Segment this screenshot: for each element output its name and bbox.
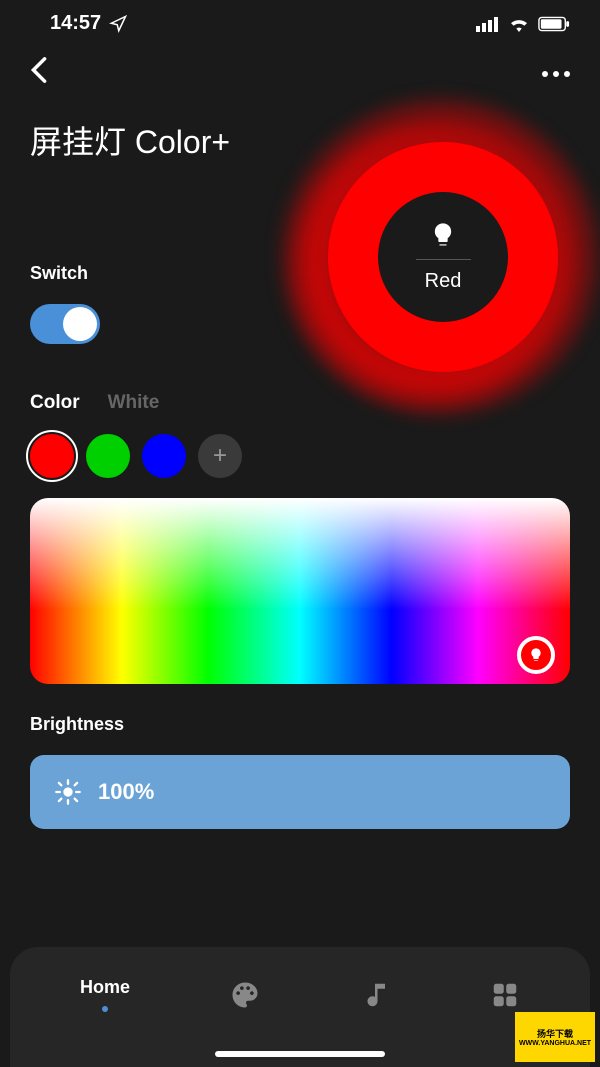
tab-white[interactable]: White <box>108 392 160 414</box>
current-color-label: Red <box>425 270 462 293</box>
color-picker[interactable] <box>30 498 570 684</box>
color-ring-display: Red <box>280 97 600 417</box>
brightness-slider[interactable]: 100% <box>30 755 570 829</box>
nav-bar <box>0 43 600 102</box>
location-icon <box>109 15 127 33</box>
nav-home[interactable]: Home <box>80 977 130 1012</box>
cellular-icon <box>476 16 500 32</box>
add-preset-button[interactable]: + <box>198 434 242 478</box>
more-button[interactable] <box>542 71 570 77</box>
bulb-icon <box>528 647 544 663</box>
battery-icon <box>538 16 570 32</box>
color-picker-handle[interactable] <box>517 636 555 674</box>
home-indicator[interactable] <box>215 1051 385 1057</box>
wifi-icon <box>508 16 530 32</box>
back-button[interactable] <box>30 55 48 92</box>
palette-icon <box>230 980 260 1010</box>
sun-icon <box>54 778 82 806</box>
nav-palette[interactable] <box>230 980 260 1010</box>
nav-music[interactable] <box>360 980 390 1010</box>
nav-apps[interactable] <box>490 980 520 1010</box>
brightness-label: Brightness <box>30 714 570 735</box>
preset-red[interactable] <box>30 434 74 478</box>
grid-icon <box>490 980 520 1010</box>
tab-color[interactable]: Color <box>30 392 80 414</box>
status-bar: 14:57 <box>0 0 600 43</box>
preset-green[interactable] <box>86 434 130 478</box>
music-icon <box>360 980 390 1010</box>
power-toggle[interactable] <box>30 304 100 344</box>
bottom-nav: Home <box>10 947 590 1067</box>
watermark: 扬华下载 WWW.YANGHUA.NET <box>515 1012 595 1062</box>
bulb-icon <box>429 221 457 249</box>
brightness-value: 100% <box>98 779 154 805</box>
status-time: 14:57 <box>50 12 101 35</box>
preset-blue[interactable] <box>142 434 186 478</box>
color-presets: + <box>30 434 570 478</box>
